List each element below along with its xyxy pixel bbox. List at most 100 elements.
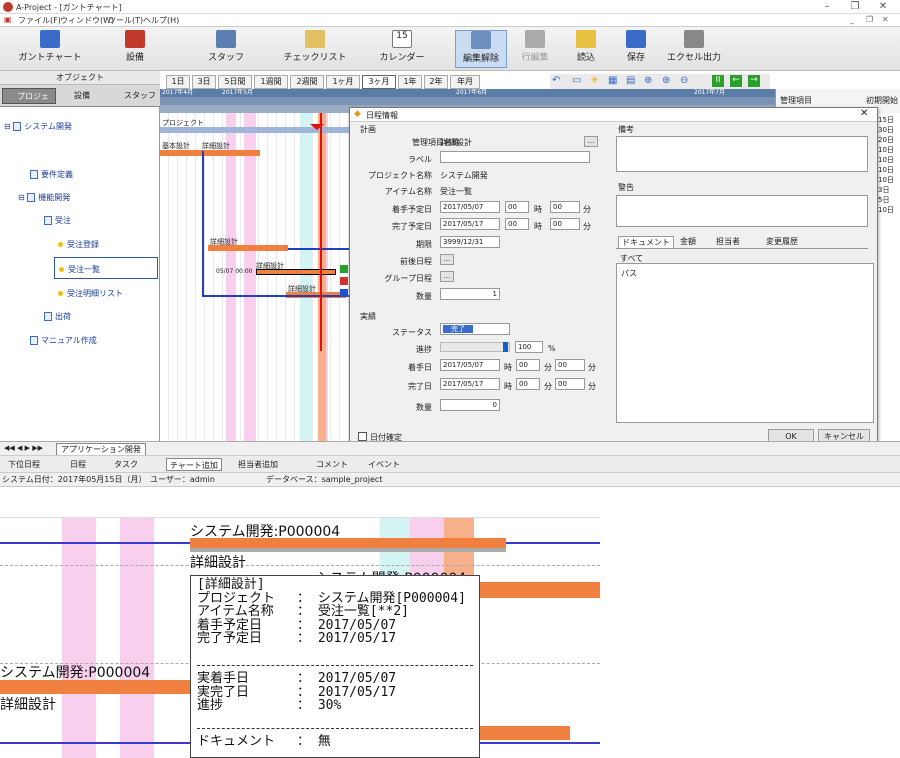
edit-unlock-button[interactable]: 編集解除 bbox=[455, 30, 507, 68]
plan-end-date[interactable]: 2017/05/17 bbox=[440, 218, 500, 230]
scale-3month[interactable]: 3ヶ月 bbox=[362, 75, 396, 89]
menu-help[interactable]: ヘルプ(H) bbox=[143, 15, 179, 26]
date-fixed-checkbox[interactable] bbox=[358, 432, 367, 441]
menu-tools[interactable]: ツール(T) bbox=[108, 15, 143, 26]
zoom-bar[interactable] bbox=[480, 726, 570, 740]
plan-start-min[interactable]: 00 bbox=[550, 201, 580, 213]
qty-input[interactable]: 1 bbox=[440, 288, 500, 300]
actual-qty-input[interactable]: 0 bbox=[440, 399, 500, 411]
add-chart-button[interactable]: チャート追加 bbox=[166, 458, 222, 471]
scale-2year[interactable]: 2年 bbox=[424, 75, 448, 89]
save-button[interactable]: 保存 bbox=[613, 30, 659, 68]
mdi-minimize-icon[interactable]: _ bbox=[850, 15, 854, 24]
progress-input[interactable]: 100 bbox=[515, 341, 543, 353]
grid-alt-icon[interactable]: ▤ bbox=[626, 75, 635, 86]
menu-window[interactable]: ウィンドウ(W) bbox=[60, 15, 114, 26]
prev-next-button[interactable]: … bbox=[440, 254, 454, 265]
scale-1month[interactable]: 1ヶ月 bbox=[326, 75, 360, 89]
plan-end-min[interactable]: 00 bbox=[550, 218, 580, 230]
checklist-button[interactable]: チェックリスト bbox=[272, 30, 358, 68]
task-button[interactable]: タスク bbox=[114, 458, 138, 471]
zoom-project-bar[interactable] bbox=[190, 538, 506, 548]
zoom-in-icon[interactable]: ⊕ bbox=[662, 75, 670, 86]
tree-item-feature-dev[interactable]: ⊟ 機能開発 bbox=[18, 192, 70, 203]
mdi-close-icon[interactable]: ✕ bbox=[882, 15, 889, 24]
close-icon[interactable]: ✕ bbox=[876, 1, 890, 13]
tab-equipment[interactable]: 設備 bbox=[60, 88, 104, 104]
load-button[interactable]: 読込 bbox=[563, 30, 609, 68]
notes-textarea[interactable] bbox=[616, 136, 868, 172]
scale-3day[interactable]: 3日 bbox=[192, 75, 216, 89]
plan-end-hour[interactable]: 00 bbox=[505, 218, 529, 230]
zoom-bar[interactable] bbox=[480, 582, 600, 598]
event-button[interactable]: イベント bbox=[368, 458, 400, 471]
excel-export-button[interactable]: エクセル出力 bbox=[664, 30, 724, 68]
progress-thumb[interactable] bbox=[503, 342, 508, 352]
document-path-item[interactable]: パス bbox=[621, 268, 637, 279]
tab-staff[interactable]: スタッフ bbox=[110, 88, 158, 104]
maximize-icon[interactable]: ❐ bbox=[848, 1, 862, 13]
row-edit-button[interactable]: 行編集 bbox=[510, 30, 560, 68]
schedule-button[interactable]: 日程 bbox=[70, 458, 86, 471]
tab-history[interactable]: 変更履歴 bbox=[766, 236, 798, 247]
actual-start-min[interactable]: 00 bbox=[555, 359, 585, 371]
progress-slider[interactable] bbox=[440, 342, 510, 352]
tab-document[interactable]: ドキュメント bbox=[618, 236, 674, 248]
zoom-fit-icon[interactable]: ⊕ bbox=[644, 75, 652, 86]
group-button[interactable]: … bbox=[440, 271, 454, 282]
pause-icon[interactable]: II bbox=[712, 75, 724, 87]
actual-start-date[interactable]: 2017/05/07 bbox=[440, 359, 500, 371]
deadline-date[interactable]: 3999/12/31 bbox=[440, 236, 500, 248]
gantt-chart-button[interactable]: ガントチャート bbox=[10, 30, 90, 68]
grid-icon[interactable]: ▦ bbox=[608, 75, 617, 86]
plan-start-date[interactable]: 2017/05/07 bbox=[440, 201, 500, 213]
scale-1year[interactable]: 1年 bbox=[398, 75, 422, 89]
tree-item-order[interactable]: 受注 bbox=[44, 215, 71, 226]
scale-yearmonth[interactable]: 年月 bbox=[450, 75, 480, 89]
status-select[interactable]: 完了 bbox=[440, 323, 510, 335]
tree-item-requirements[interactable]: 要件定義 bbox=[30, 169, 73, 180]
equipment-button[interactable]: 設備 bbox=[100, 30, 170, 68]
tree-item-shipping[interactable]: 出荷 bbox=[44, 311, 71, 322]
sub-schedule-button[interactable]: 下位日程 bbox=[8, 458, 40, 471]
add-assignee-button[interactable]: 担当者追加 bbox=[238, 458, 278, 471]
sheet-nav-icon[interactable]: ◀◀ ◀ ▶ ▶▶ bbox=[4, 444, 43, 452]
mgmt-name-picker-button[interactable]: … bbox=[584, 136, 598, 147]
arrow-right-icon[interactable]: → bbox=[748, 75, 760, 87]
zoom-bar[interactable] bbox=[0, 680, 190, 694]
scale-2week[interactable]: 2週間 bbox=[290, 75, 324, 89]
tree-item-order-detail[interactable]: 受注明細リスト bbox=[58, 288, 123, 299]
tree-item-system-dev[interactable]: ⊟ システム開発 bbox=[4, 121, 72, 132]
basic-design-bar[interactable] bbox=[160, 150, 260, 156]
tab-amount[interactable]: 金額 bbox=[680, 236, 696, 247]
tree-item-order-list[interactable]: 受注一覧 bbox=[54, 257, 158, 279]
warning-textarea[interactable] bbox=[616, 195, 868, 227]
zoom-out-icon[interactable]: ⊖ bbox=[680, 75, 688, 86]
arrow-left-icon[interactable]: ← bbox=[730, 75, 742, 87]
mdi-restore-icon[interactable]: ❐ bbox=[866, 15, 873, 24]
order-list-bar[interactable] bbox=[256, 269, 336, 275]
comment-button[interactable]: コメント bbox=[316, 458, 348, 471]
tree-item-order-register[interactable]: 受注登録 bbox=[58, 239, 99, 250]
tab-assignee[interactable]: 担当者 bbox=[716, 236, 740, 247]
order-register-bar[interactable] bbox=[208, 245, 288, 251]
menu-file[interactable]: ファイル(F) bbox=[18, 15, 61, 26]
scale-1week[interactable]: 1週間 bbox=[254, 75, 288, 89]
staff-button[interactable]: スタッフ bbox=[186, 30, 266, 68]
label-input[interactable] bbox=[440, 151, 590, 163]
window-icon[interactable]: ▭ bbox=[572, 75, 581, 86]
app-menu-icon[interactable]: ▣ bbox=[4, 15, 12, 24]
scale-1day[interactable]: 1日 bbox=[166, 75, 190, 89]
calendar-button[interactable]: 15 カレンダー bbox=[362, 30, 442, 68]
tree-item-manual[interactable]: マニュアル作成 bbox=[30, 335, 97, 346]
scale-5day[interactable]: 5日間 bbox=[218, 75, 252, 89]
actual-end-hour[interactable]: 00 bbox=[516, 378, 540, 390]
sun-icon[interactable]: ☀ bbox=[590, 75, 599, 86]
minimize-icon[interactable]: – bbox=[820, 1, 834, 13]
plan-start-hour[interactable]: 00 bbox=[505, 201, 529, 213]
dialog-close-icon[interactable]: ✕ bbox=[860, 108, 868, 119]
tab-project[interactable]: プロジェクト bbox=[2, 88, 56, 117]
actual-start-hour[interactable]: 00 bbox=[516, 359, 540, 371]
actual-end-date[interactable]: 2017/05/17 bbox=[440, 378, 500, 390]
undo-icon[interactable]: ↶ bbox=[552, 75, 560, 86]
